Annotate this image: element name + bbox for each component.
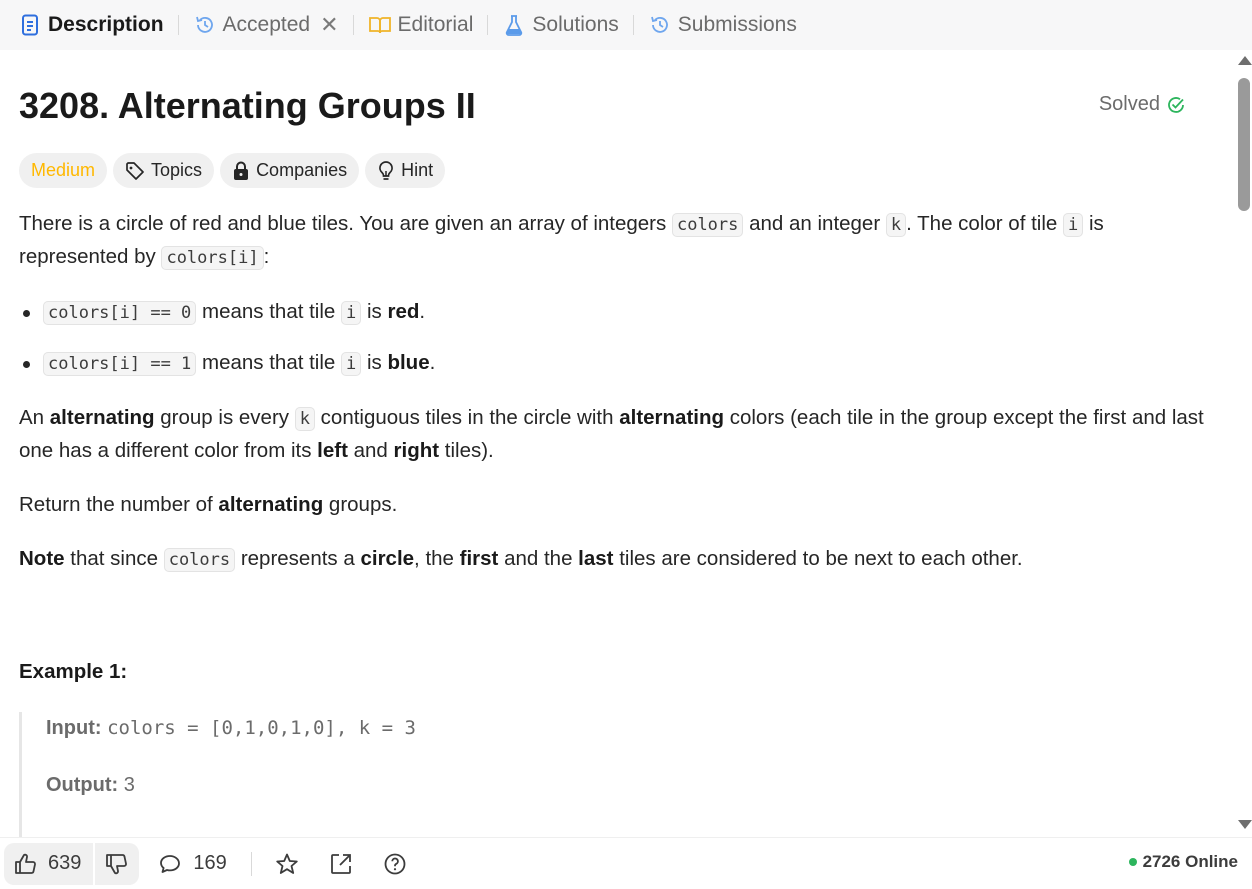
tag-row: Medium Topics Companies Hint bbox=[19, 153, 446, 188]
color-rules-list: colors[i] == 0 means that tile i is red.… bbox=[19, 296, 1209, 380]
vote-group: 639 bbox=[4, 842, 140, 885]
description-icon bbox=[18, 13, 42, 37]
companies-button[interactable]: Companies bbox=[220, 153, 360, 188]
comments-button[interactable]: 169 bbox=[159, 852, 227, 875]
companies-label: Companies bbox=[256, 160, 348, 180]
statement-paragraph: Return the number of alternating groups. bbox=[19, 493, 398, 516]
online-count: 2726 Online bbox=[1142, 852, 1238, 871]
solved-status: Solved bbox=[1099, 93, 1186, 116]
comment-icon bbox=[160, 854, 181, 873]
online-dot-icon bbox=[1128, 858, 1137, 866]
vertical-scrollbar[interactable] bbox=[1236, 50, 1252, 837]
inline-code: colors bbox=[671, 213, 744, 237]
inline-code: i bbox=[341, 352, 362, 376]
hint-button[interactable]: Hint bbox=[365, 153, 446, 188]
list-item: colors[i] == 0 means that tile i is red. bbox=[19, 296, 1209, 329]
inline-code: k bbox=[294, 407, 315, 431]
inline-code: colors bbox=[163, 548, 236, 572]
lock-icon bbox=[234, 161, 249, 180]
comment-count: 169 bbox=[193, 852, 227, 874]
example-title: Example 1: bbox=[19, 660, 128, 683]
like-count: 639 bbox=[48, 852, 82, 874]
inline-code: i bbox=[1063, 213, 1084, 237]
book-icon bbox=[368, 13, 392, 37]
online-indicator: 2726 Online bbox=[1128, 852, 1238, 872]
tab-submissions[interactable]: Submissions bbox=[644, 0, 801, 50]
dislike-button[interactable] bbox=[95, 843, 139, 885]
scroll-up-arrow-icon[interactable] bbox=[1238, 56, 1252, 65]
hint-label: Hint bbox=[401, 160, 434, 180]
inline-code: colors[i] bbox=[161, 246, 264, 270]
close-icon[interactable]: ✕ bbox=[320, 12, 338, 38]
tab-divider bbox=[352, 15, 354, 35]
tab-divider bbox=[632, 15, 634, 35]
lightbulb-icon bbox=[379, 160, 393, 180]
flask-icon bbox=[502, 13, 526, 37]
history-icon bbox=[193, 13, 217, 37]
thumbs-up-icon bbox=[15, 853, 36, 874]
tab-bar: Description Accepted ✕ Editorial Solutio… bbox=[0, 0, 1252, 50]
tab-label: Accepted bbox=[222, 13, 311, 36]
scrollbar-thumb[interactable] bbox=[1238, 78, 1250, 211]
statement-paragraph: An alternating group is every k contiguo… bbox=[19, 406, 1204, 462]
share-icon[interactable] bbox=[326, 849, 356, 879]
star-icon[interactable] bbox=[272, 849, 302, 879]
difficulty-badge: Medium bbox=[19, 153, 108, 188]
like-button[interactable]: 639 bbox=[4, 842, 96, 885]
tab-editorial[interactable]: Editorial bbox=[364, 0, 478, 50]
tab-label: Editorial bbox=[397, 13, 474, 36]
tab-divider bbox=[487, 15, 489, 35]
statement-paragraph: Note that since colors represents a circ… bbox=[19, 547, 1023, 572]
list-item: colors[i] == 1 means that tile i is blue… bbox=[19, 347, 1209, 380]
example-output: Output: 3 bbox=[46, 774, 135, 796]
problem-statement: There is a circle of red and blue tiles.… bbox=[19, 208, 1209, 598]
tab-accepted[interactable]: Accepted ✕ bbox=[189, 0, 343, 50]
statement-paragraph: There is a circle of red and blue tiles.… bbox=[19, 212, 1104, 270]
title-row: 3208. Alternating Groups II Solved bbox=[19, 50, 1196, 130]
tab-description[interactable]: Description bbox=[14, 0, 168, 50]
tab-label: Submissions bbox=[677, 13, 797, 36]
topics-button[interactable]: Topics bbox=[113, 153, 215, 188]
tab-label: Description bbox=[48, 13, 164, 36]
example-input: Input: colors = [0,1,0,1,0], k = 3 bbox=[46, 717, 416, 739]
bottom-action-bar: 639 169 2726 Online bbox=[0, 837, 1252, 889]
tag-icon bbox=[126, 161, 144, 180]
solved-label: Solved bbox=[1098, 93, 1160, 115]
inline-code: k bbox=[885, 213, 907, 237]
problem-title[interactable]: 3208. Alternating Groups II bbox=[19, 84, 476, 128]
help-icon[interactable] bbox=[380, 849, 410, 879]
inline-code: colors[i] == 1 bbox=[43, 352, 197, 376]
topics-label: Topics bbox=[151, 160, 203, 180]
thumbs-down-icon bbox=[106, 853, 128, 874]
inline-code: i bbox=[341, 301, 362, 325]
example-block: Input: colors = [0,1,0,1,0], k = 3 Outpu… bbox=[19, 712, 619, 837]
history-icon bbox=[648, 13, 672, 37]
tab-divider bbox=[177, 15, 179, 35]
tab-solutions[interactable]: Solutions bbox=[498, 0, 622, 50]
check-circle-icon bbox=[1168, 96, 1184, 113]
inline-code: colors[i] == 0 bbox=[43, 301, 197, 325]
footer-divider bbox=[250, 851, 252, 876]
scroll-down-arrow-icon[interactable] bbox=[1238, 820, 1252, 829]
tab-label: Solutions bbox=[532, 13, 619, 36]
